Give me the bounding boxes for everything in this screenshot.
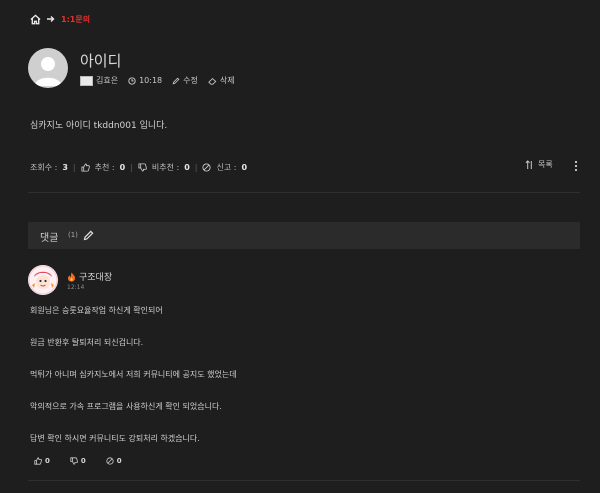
comments-count: (1): [68, 231, 78, 239]
delete-button[interactable]: 삭제: [208, 75, 235, 86]
clock-icon: [128, 76, 136, 85]
comment-line: 먹튀가 아니며 심카지노에서 저희 커뮤니티에 공지도 했었는데: [30, 370, 237, 379]
post-content: 심카지노 아이디 tkddn001 입니다.: [30, 121, 168, 131]
comment-author[interactable]: 구조대장: [67, 270, 112, 283]
ban-icon[interactable]: [202, 163, 212, 172]
comment-author-name: 구조대장: [79, 273, 113, 283]
separator: |: [194, 163, 198, 172]
comment-dislike-count: 0: [80, 457, 86, 465]
list-button-label: 목록: [538, 160, 553, 169]
fire-icon: [67, 272, 76, 282]
dislike-count: 0: [184, 163, 190, 172]
arrow-right-icon: [47, 15, 55, 23]
post-time-text: 10:18: [139, 76, 163, 85]
post-author-name: 김효은: [96, 76, 119, 85]
comment-avatar: [28, 265, 58, 295]
divider: [28, 192, 580, 193]
like-label: 추천 :: [94, 163, 115, 172]
delete-button-label: 삭제: [219, 76, 235, 85]
mascot-avatar-icon: [28, 265, 58, 295]
comment-line: 답변 확인 하시면 커뮤니티도 강퇴처리 하겠습니다.: [30, 434, 200, 443]
comment-line: 악의적으로 가속 프로그램을 사용하신게 확인 되었습니다.: [30, 402, 222, 411]
thumbs-up-icon[interactable]: [81, 163, 90, 172]
eraser-icon: [208, 77, 217, 85]
breadcrumb-board-link[interactable]: 1:1문의: [61, 14, 90, 25]
comment-time: 12:14: [67, 284, 85, 291]
ban-icon: [106, 457, 114, 465]
comment-dislike-button[interactable]: 0: [70, 457, 86, 465]
edit-button[interactable]: 수정: [172, 75, 198, 86]
comment-like-count: 0: [45, 457, 50, 465]
views-label: 조회수 :: [30, 163, 58, 172]
list-button[interactable]: 목록: [525, 159, 553, 170]
comments-label: 댓글: [40, 233, 59, 244]
report-label: 신고 :: [216, 163, 237, 172]
pencil-icon: [172, 77, 180, 85]
post-stats: 조회수 : 3 | 추천 : 0 | 비추천 : 0 | 신고 : 0: [30, 162, 247, 173]
post-title: 아이디: [80, 52, 122, 70]
thumbs-up-icon: [34, 457, 42, 465]
separator: |: [130, 163, 133, 172]
sort-icon: [525, 159, 534, 170]
comment-line: 회원님은 승룻요율작업 하신게 확인되어: [30, 306, 163, 315]
divider: [28, 480, 580, 481]
comment-like-button[interactable]: 0: [34, 457, 50, 465]
default-avatar-icon: [34, 57, 62, 86]
comments-header: 댓글 (1): [28, 222, 580, 249]
avatar: [28, 48, 68, 88]
comment-line: 원금 반환후 탈퇴처리 되신겁니다.: [30, 338, 144, 347]
post-meta: 김효은 10:18 수정 삭제: [80, 75, 235, 86]
comment-actions: 0 0 0: [34, 457, 122, 465]
more-vertical-icon[interactable]: [572, 159, 580, 173]
comment-report-button[interactable]: 0: [106, 457, 122, 465]
views-count: 3: [62, 163, 68, 172]
breadcrumb: 1:1문의: [30, 12, 90, 26]
dislike-label: 비추천 :: [151, 163, 180, 172]
thumbs-down-icon: [70, 457, 78, 465]
post-author[interactable]: 김효은: [80, 75, 118, 86]
edit-button-label: 수정: [183, 76, 198, 85]
write-comment-icon[interactable]: [83, 230, 94, 241]
author-level-icon: [80, 75, 93, 86]
separator: |: [72, 163, 76, 172]
thumbs-down-icon[interactable]: [138, 163, 147, 172]
comment-report-count: 0: [116, 457, 122, 465]
report-count: 0: [241, 163, 248, 172]
home-icon[interactable]: [30, 13, 41, 25]
like-count: 0: [119, 163, 126, 172]
post-time: 10:18: [128, 76, 162, 85]
